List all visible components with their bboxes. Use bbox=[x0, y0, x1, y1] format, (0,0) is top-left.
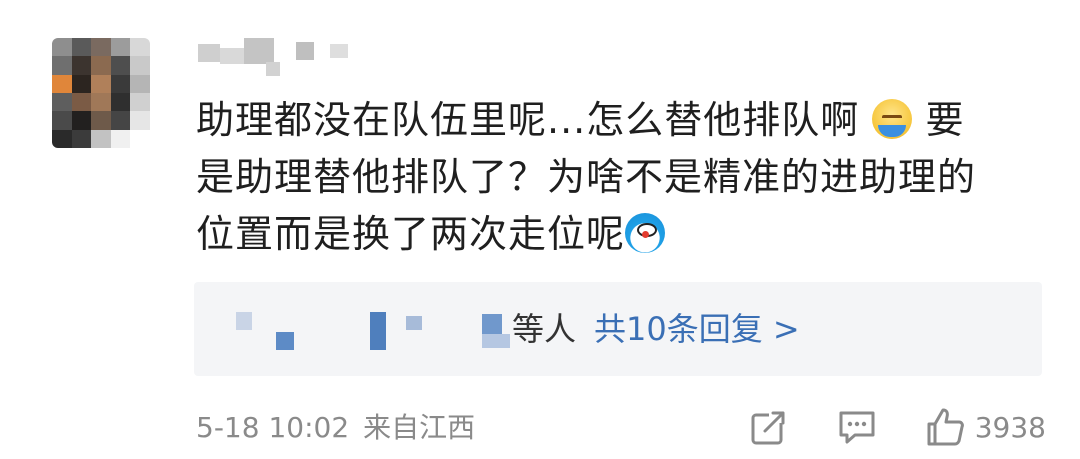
avatar-mosaic-cell bbox=[91, 93, 111, 112]
avatar-mosaic-cell bbox=[91, 74, 111, 93]
thumbs-up-icon bbox=[927, 408, 964, 446]
avatar-mosaic-cell bbox=[110, 111, 131, 130]
avatar-mosaic-cell bbox=[130, 129, 150, 148]
like-button[interactable]: 3938 bbox=[925, 406, 1046, 448]
avatar-mosaic-cell bbox=[71, 93, 92, 112]
avatar-mosaic-cell bbox=[130, 111, 150, 130]
comment-line-3: 位置而是换了两次走位呢 bbox=[196, 206, 1046, 263]
avatar-mosaic-cell bbox=[71, 129, 92, 148]
comment-actions: 3938 bbox=[701, 402, 1046, 452]
comment-source: 来自江西 bbox=[363, 411, 476, 444]
avatar-mosaic-cell bbox=[52, 93, 72, 112]
avatar-mosaic-cell bbox=[91, 56, 111, 75]
avatar-mosaic-cell bbox=[130, 56, 150, 75]
avatar-mosaic-cell bbox=[110, 56, 131, 75]
comment-line-1: 助理都没在队伍里呢...怎么替他排队啊 要 bbox=[196, 92, 1046, 149]
avatar-mosaic-cell bbox=[110, 129, 131, 148]
avatar-mosaic-cell bbox=[110, 38, 131, 57]
avatar[interactable] bbox=[52, 38, 150, 148]
comment-line-1-text: 助理都没在队伍里呢...怎么替他排队啊 bbox=[196, 98, 860, 142]
comment-time: 5-18 10:02 bbox=[196, 411, 350, 444]
reply-summary[interactable]: 等人 共10条回复 > bbox=[512, 304, 800, 354]
comment-line-2: 是助理替他排队了？为啥不是精准的进助理的 bbox=[196, 155, 977, 199]
avatar-mosaic-cell bbox=[52, 56, 72, 75]
comment-meta: 5-18 10:02 来自江西 bbox=[196, 408, 475, 448]
like-count: 3938 bbox=[974, 410, 1046, 444]
comment-card: 助理都没在队伍里呢...怎么替他排队啊 要 是助理替他排队了？为啥不是精准的进助… bbox=[0, 0, 1080, 459]
reply-usernames-obscured bbox=[236, 310, 514, 350]
repost-icon bbox=[751, 409, 787, 445]
reply-count-link[interactable]: 共10条回复 > bbox=[594, 310, 800, 348]
avatar-mosaic-cell bbox=[110, 93, 131, 112]
avatar-mosaic-cell bbox=[71, 56, 92, 75]
avatar-mosaic-cell bbox=[71, 74, 92, 93]
reply-etc-label: 等人 bbox=[512, 310, 577, 348]
repost-button[interactable] bbox=[749, 407, 789, 447]
avatar-mosaic-cell bbox=[110, 74, 131, 93]
avatar-mosaic-cell bbox=[91, 111, 111, 130]
avatar-mosaic-cell bbox=[130, 74, 150, 93]
doraemon-emoji-icon bbox=[625, 213, 666, 253]
avatar-mosaic-cell bbox=[52, 74, 72, 93]
avatar-mosaic-cell bbox=[52, 38, 72, 57]
avatar-mosaic-cell bbox=[71, 38, 92, 57]
username-obscured[interactable] bbox=[198, 38, 358, 78]
avatar-mosaic-cell bbox=[91, 129, 111, 148]
comment-icon bbox=[839, 411, 875, 444]
avatar-mosaic-cell bbox=[71, 111, 92, 130]
replies-preview[interactable]: 等人 共10条回复 > bbox=[194, 282, 1042, 376]
comment-footer: 5-18 10:02 来自江西 3938 bbox=[196, 402, 1046, 452]
avatar-mosaic-cell bbox=[130, 93, 150, 112]
sweat-emoji-icon bbox=[872, 99, 913, 139]
avatar-mosaic-cell bbox=[91, 38, 111, 57]
comment-button[interactable] bbox=[837, 407, 877, 447]
comment-body: 助理都没在队伍里呢...怎么替他排队啊 要 是助理替他排队了？为啥不是精准的进助… bbox=[196, 92, 1046, 263]
avatar-mosaic-cell bbox=[52, 111, 72, 130]
comment-line-3-text: 位置而是换了两次走位呢 bbox=[196, 212, 626, 256]
comment-line-1-tail: 要 bbox=[925, 98, 965, 142]
avatar-mosaic-cell bbox=[52, 129, 72, 148]
avatar-mosaic-cell bbox=[130, 38, 150, 57]
